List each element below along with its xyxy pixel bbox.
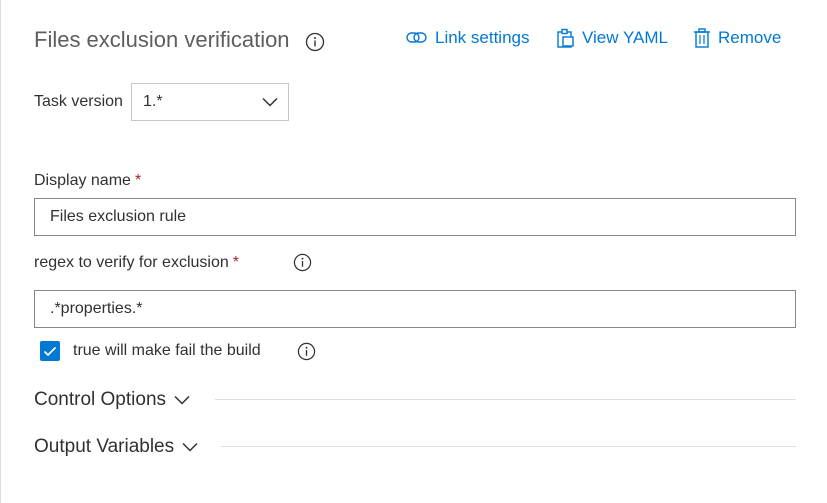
control-options-section-toggle[interactable]: Control Options [34, 389, 190, 411]
chevron-down-icon [262, 97, 278, 107]
link-settings-label: Link settings [435, 28, 530, 47]
control-options-label: Control Options [34, 389, 167, 410]
link-icon [406, 32, 427, 43]
view-yaml-label: View YAML [582, 28, 668, 47]
regex-label: regex to verify for exclusion * [34, 254, 239, 272]
info-icon[interactable] [297, 342, 316, 361]
trash-icon [694, 28, 710, 48]
required-marker: * [134, 172, 142, 189]
task-title: Files exclusion verification [34, 27, 290, 53]
info-icon[interactable] [305, 32, 325, 52]
info-icon[interactable] [293, 253, 312, 272]
chevron-down-icon [182, 442, 198, 452]
section-divider [221, 446, 796, 447]
task-version-value: 1.* [143, 93, 163, 110]
task-version-select[interactable]: 1.* [131, 83, 289, 121]
output-variables-label: Output Variables [34, 436, 175, 457]
fail-build-checkbox[interactable] [40, 341, 60, 361]
regex-input[interactable]: .*properties.* [34, 290, 796, 328]
panel-left-border [0, 0, 1, 503]
chevron-down-icon [174, 395, 190, 405]
clipboard-icon [557, 28, 574, 48]
regex-value: .*properties.* [50, 300, 143, 317]
required-marker: * [232, 254, 239, 271]
remove-label: Remove [718, 28, 782, 47]
view-yaml-button[interactable]: View YAML [555, 28, 668, 48]
link-settings-button[interactable]: Link settings [406, 28, 530, 48]
output-variables-section-toggle[interactable]: Output Variables [34, 436, 198, 458]
task-version-label: Task version [34, 93, 123, 110]
regex-label-text: regex to verify for exclusion [34, 254, 229, 271]
display-name-label-text: Display name [34, 172, 131, 189]
section-divider [215, 399, 796, 400]
checkmark-icon [43, 346, 57, 356]
fail-build-label: true will make fail the build [73, 342, 261, 359]
display-name-input[interactable]: Files exclusion rule [34, 198, 796, 236]
remove-button[interactable]: Remove [693, 28, 781, 48]
task-title-text: Files exclusion verification [34, 27, 290, 52]
display-name-value: Files exclusion rule [50, 208, 187, 225]
display-name-label: Display name * [34, 172, 141, 190]
